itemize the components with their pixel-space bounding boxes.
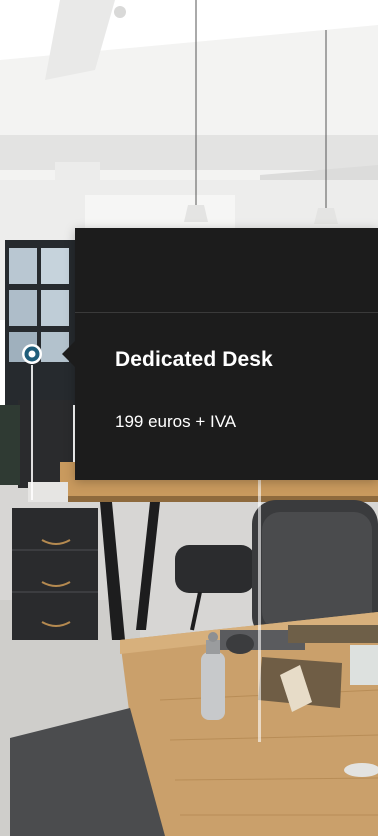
tooltip-caret (62, 340, 76, 368)
tooltip-title: Dedicated Desk (115, 348, 273, 371)
hotspot-tooltip: Dedicated Desk 199 euros + IVA (62, 228, 378, 480)
tooltip-divider (75, 312, 378, 313)
virtual-tour-viewer[interactable]: Dedicated Desk 199 euros + IVA (0, 0, 378, 836)
hotspot-stem (31, 365, 33, 500)
tooltip-price: 199 euros + IVA (115, 412, 237, 431)
location-pin-ring-icon[interactable] (21, 343, 43, 365)
